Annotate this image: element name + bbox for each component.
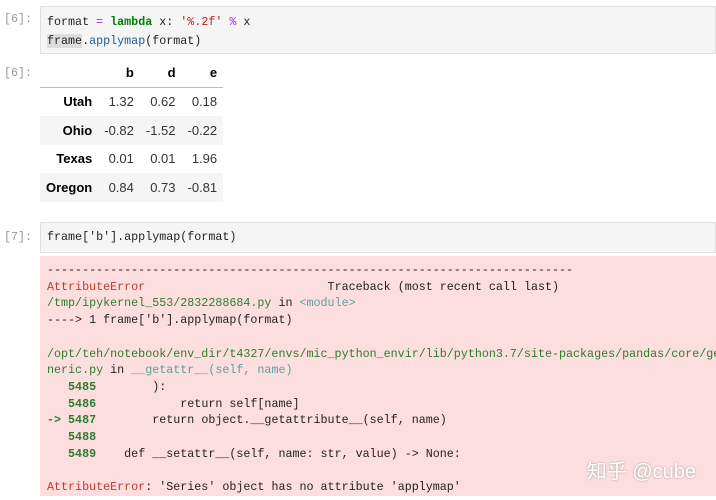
row-label: Oregon <box>46 179 93 195</box>
code-token: frame <box>47 34 83 48</box>
code-line-1: format = lambda x: '%.2f' % x <box>47 13 709 32</box>
input-prompt-7: [7]: <box>4 230 33 244</box>
traceback-line: 5486 return self[name] <box>47 396 709 413</box>
column-header: e <box>181 58 224 88</box>
code-cell-7[interactable]: frame['b'].applymap(format) <box>40 222 716 253</box>
traceback-file-2: neric.py in __getattr__(self, name) <box>47 362 709 379</box>
table-row: Texas 0.01 0.01 1.96 <box>40 144 224 173</box>
file-path: neric.py <box>47 363 104 378</box>
code-token: lambda <box>110 15 153 29</box>
code-token: '%.2f' <box>180 15 223 29</box>
line-number: 5486 <box>47 396 97 411</box>
column-header: d <box>139 58 182 88</box>
row-label: Texas <box>56 151 93 167</box>
table-row: Oregon 0.84 0.73 -0.81 <box>40 173 224 202</box>
table-cell: 1.96 <box>191 151 218 167</box>
table-cell: 0.01 <box>108 151 134 167</box>
code-line-2: frame.applymap(format) <box>47 32 709 51</box>
table-cell: 0.18 <box>191 94 218 110</box>
table-cell: 0.62 <box>150 94 176 110</box>
table-cell: 1.32 <box>108 94 134 110</box>
code-cell-6[interactable]: format = lambda x: '%.2f' % x frame.appl… <box>40 6 716 54</box>
line-number: 5489 <box>47 446 97 461</box>
table-cell: -0.22 <box>187 122 218 138</box>
code-line: frame['b'].applymap(format) <box>47 230 237 244</box>
line-number: 5485 <box>47 379 97 394</box>
column-header <box>40 58 99 88</box>
output-prompt-6: [6]: <box>4 66 33 80</box>
traceback-header: AttributeError Traceback (most recent ca… <box>47 279 709 296</box>
module-name: <module> <box>299 296 356 311</box>
table-header-row: b d e <box>40 58 224 88</box>
code-token: (format) <box>145 34 202 48</box>
code-token: x <box>236 15 251 29</box>
source-code: def __setattr__(self, name: str, value) … <box>96 446 461 461</box>
line-number: -> 5487 <box>47 413 97 428</box>
line-number: 5488 <box>47 430 97 445</box>
traceback-line-current: -> 5487 return object.__getattribute__(s… <box>47 412 709 429</box>
traceback-separator: ----------------------------------------… <box>47 263 574 277</box>
code-token: = <box>89 15 111 29</box>
traceback-line: 5488 <box>47 429 709 446</box>
file-path: /opt/teh/notebook/env_dir/t4327/envs/mic… <box>47 346 716 361</box>
table-cell: 0.73 <box>150 179 176 195</box>
table-cell: -0.82 <box>104 122 134 138</box>
error-text: : 'Series' object has no attribute 'appl… <box>145 480 461 495</box>
in-text: in <box>271 296 300 311</box>
error-name: AttributeError <box>47 279 146 294</box>
code-token: format <box>47 15 90 29</box>
column-header: b <box>98 58 140 88</box>
table-cell: -0.81 <box>187 179 218 195</box>
function-name: __getattr__(self, name) <box>131 363 293 378</box>
row-label: Utah <box>63 94 93 110</box>
code-token: x: <box>152 15 181 29</box>
watermark: 知乎 @cube <box>586 461 696 483</box>
input-prompt-6: [6]: <box>4 12 33 26</box>
table-cell: 0.01 <box>150 151 176 167</box>
traceback-file-1: /tmp/ipykernel_553/2832288684.py in <mod… <box>47 295 709 312</box>
dataframe-output: b d e Utah 1.32 0.62 0.18 Ohio -0.82 -1.52 -0.2… <box>40 58 224 202</box>
table-row: Ohio -0.82 -1.52 -0.22 <box>40 116 224 145</box>
file-path: /tmp/ipykernel_553/2832288684.py <box>47 296 272 311</box>
table-row: Utah 1.32 0.62 0.18 <box>40 87 224 116</box>
source-code: ): <box>96 379 167 394</box>
traceback-line: 5485 ): <box>47 379 709 396</box>
source-code: return object.__getattribute__(self, nam… <box>96 413 447 428</box>
traceback-label: Traceback (most recent call last) <box>145 279 560 294</box>
table-cell: 0.84 <box>108 179 134 195</box>
row-label: Ohio <box>62 122 93 138</box>
table-cell: -1.52 <box>145 122 176 138</box>
traceback-line: ----> 1 frame['b'].applymap(format) <box>47 313 293 328</box>
code-token: applymap <box>89 34 146 48</box>
error-name: AttributeError <box>47 480 146 495</box>
source-code: return self[name] <box>96 396 300 411</box>
in-text: in <box>103 363 132 378</box>
